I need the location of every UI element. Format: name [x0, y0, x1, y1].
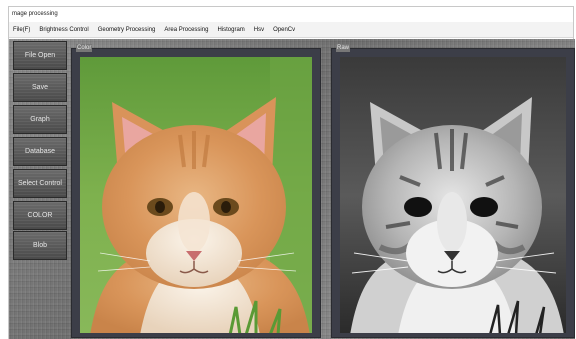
- menu-bar: File(F) Brightness Control Geometry Proc…: [9, 22, 573, 38]
- database-button[interactable]: Database: [13, 137, 67, 166]
- menu-file[interactable]: File(F): [13, 22, 30, 38]
- raw-image: [340, 57, 566, 333]
- graph-button[interactable]: Graph: [13, 105, 67, 134]
- app-window: mage processing File(F) Brightness Contr…: [8, 6, 575, 339]
- save-button[interactable]: Save: [13, 73, 67, 102]
- sidebar: File Open Save Graph Database Select Con…: [9, 39, 67, 339]
- cat-photo-color-icon: [80, 57, 312, 333]
- menu-histogram[interactable]: Histogram: [217, 22, 244, 38]
- color-panel-label: Color: [76, 44, 93, 52]
- menu-area-processing[interactable]: Area Processing: [164, 22, 208, 38]
- color-image: [80, 57, 312, 333]
- blob-button[interactable]: Blob: [13, 231, 67, 260]
- cat-photo-grayscale-icon: [340, 57, 566, 333]
- file-open-button[interactable]: File Open: [13, 41, 67, 70]
- menu-opencv[interactable]: OpenCv: [273, 22, 295, 38]
- raw-panel-label: Raw: [336, 44, 351, 52]
- color-panel: Color: [71, 44, 321, 338]
- client-area: File Open Save Graph Database Select Con…: [9, 39, 575, 339]
- window-title: mage processing: [9, 7, 573, 22]
- menu-geometry-processing[interactable]: Geometry Processing: [98, 22, 156, 38]
- menu-hsv[interactable]: Hsv: [254, 22, 264, 38]
- color-button[interactable]: COLOR: [13, 201, 67, 230]
- select-control-button[interactable]: Select Control: [13, 169, 67, 198]
- menu-brightness-control[interactable]: Brightness Control: [39, 22, 88, 38]
- raw-panel: Raw: [331, 44, 575, 338]
